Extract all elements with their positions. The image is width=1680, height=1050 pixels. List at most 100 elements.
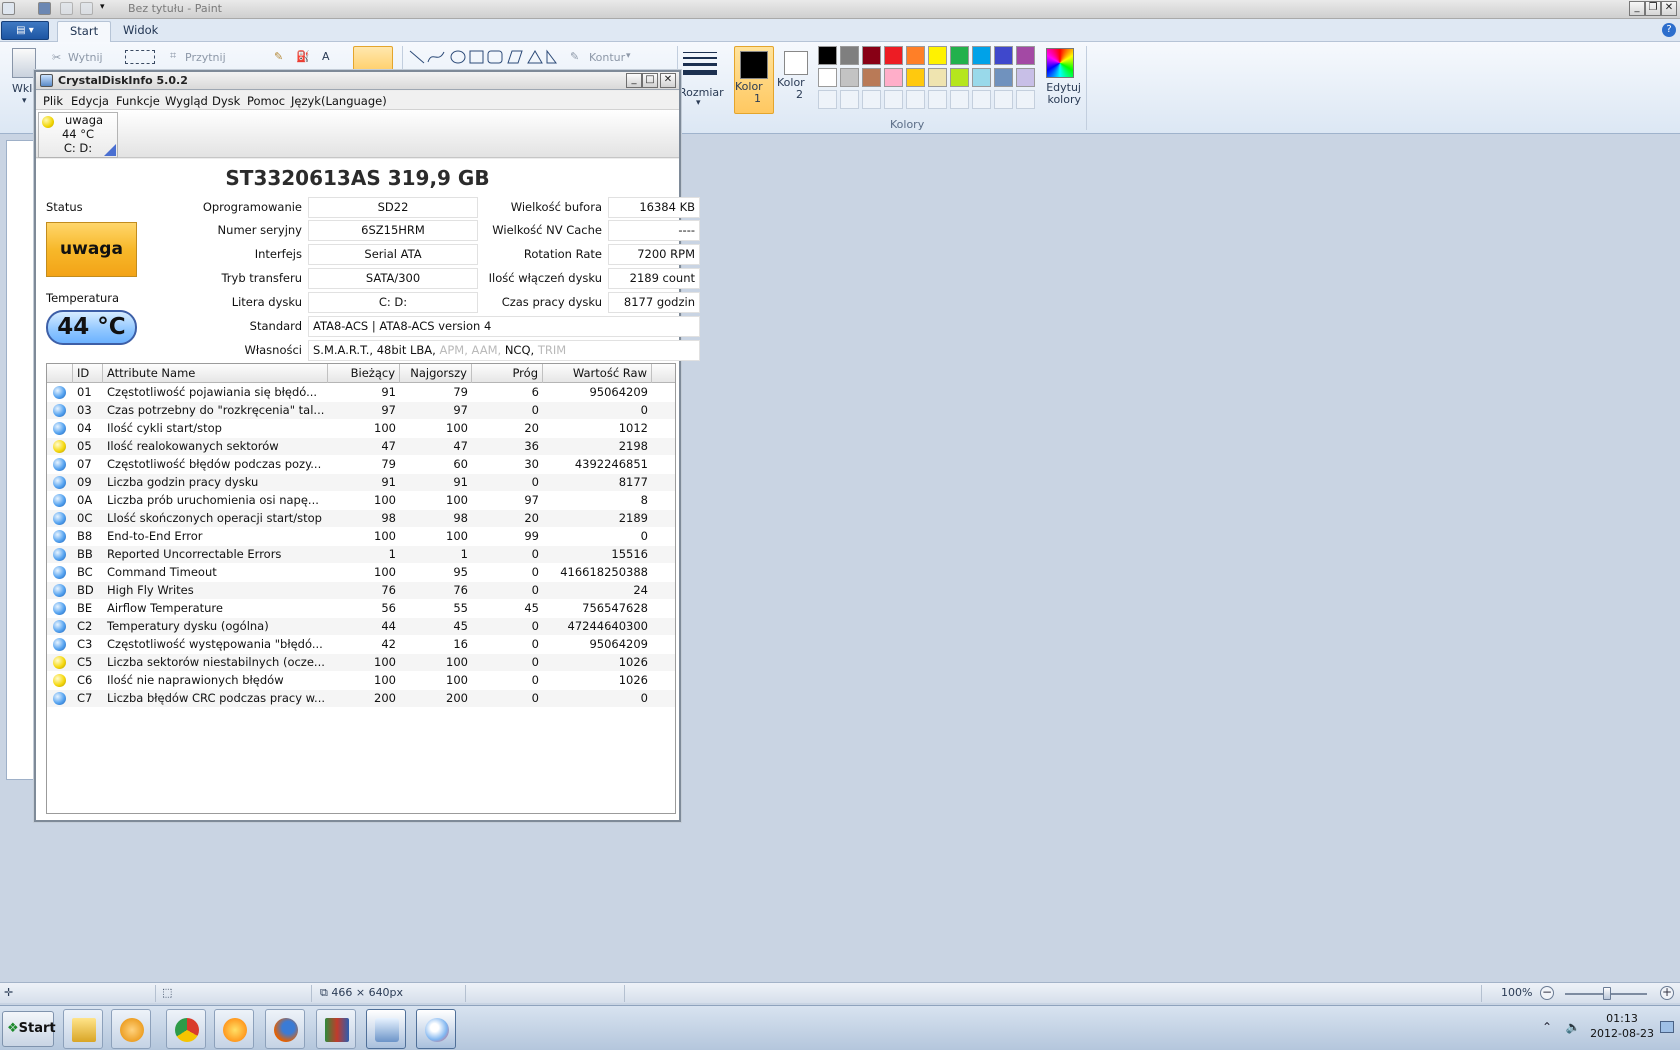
size-button[interactable]: Rozmiar	[679, 86, 724, 99]
taskbar-chrome[interactable]	[166, 1009, 206, 1049]
tab-start[interactable]: Start	[57, 21, 112, 42]
custom-color-slot[interactable]	[818, 90, 837, 109]
outline-dropdown-icon[interactable]: ▾	[626, 51, 631, 61]
zoom-in-button[interactable]: +	[1660, 986, 1674, 1000]
zoom-out-button[interactable]: −	[1540, 986, 1554, 1000]
taskbar-media-player[interactable]	[111, 1009, 151, 1049]
palette-color-swatch[interactable]	[862, 46, 881, 65]
table-row[interactable]: 0A Liczba prób uruchomienia osi napę... 10…	[47, 492, 675, 509]
custom-color-slot[interactable]	[994, 90, 1013, 109]
palette-color-swatch[interactable]	[818, 68, 837, 87]
paste-icon[interactable]	[12, 48, 36, 78]
table-row[interactable]: BE Airflow Temperature 56 55 45 756547628	[47, 600, 675, 617]
col-raw-header[interactable]: Wartość Raw	[543, 364, 652, 383]
crop-button[interactable]: Przytnij	[185, 51, 226, 64]
show-hidden-icons-icon[interactable]: ⌃	[1542, 1020, 1552, 1034]
volume-icon[interactable]: 🔈	[1566, 1020, 1581, 1034]
table-row[interactable]: BD High Fly Writes 76 76 0 24	[47, 582, 675, 599]
health-status-button[interactable]: uwaga	[46, 222, 137, 277]
table-row[interactable]: 04 Ilość cykli start/stop 100 100 20 1012	[47, 420, 675, 437]
custom-color-slot[interactable]	[1016, 90, 1035, 109]
palette-color-swatch[interactable]	[862, 68, 881, 87]
col-worst-header[interactable]: Najgorszy	[400, 364, 472, 383]
outline-button[interactable]: Kontur	[589, 51, 625, 64]
col-status-header[interactable]	[47, 364, 73, 383]
maximize-button[interactable]: ❐	[1645, 1, 1661, 16]
menu-edycja[interactable]: Edycja	[71, 94, 109, 108]
cdi-minimize-button[interactable]: _	[626, 73, 642, 88]
palette-color-swatch[interactable]	[840, 46, 859, 65]
temperature-display[interactable]: 44 °C	[46, 310, 137, 345]
menu-dysk[interactable]: Dysk	[212, 94, 240, 108]
clock[interactable]: 01:13 2012-08-23	[1590, 1011, 1654, 1041]
cdi-close-button[interactable]: ✕	[660, 73, 676, 88]
custom-color-slot[interactable]	[972, 90, 991, 109]
shapes-gallery[interactable]	[408, 48, 558, 66]
menu-pomoc[interactable]: Pomoc	[247, 94, 285, 108]
save-icon[interactable]	[38, 2, 51, 15]
table-row[interactable]: 07 Częstotliwość błędów podczas pozy... 79…	[47, 456, 675, 473]
minimize-button[interactable]: _	[1629, 1, 1645, 16]
cut-button[interactable]: Wytnij	[68, 51, 103, 64]
redo-icon[interactable]	[80, 2, 93, 15]
cdi-maximize-button[interactable]: □	[642, 73, 658, 88]
palette-color-swatch[interactable]	[928, 46, 947, 65]
custom-color-slot[interactable]	[840, 90, 859, 109]
table-row[interactable]: C3 Częstotliwość występowania "błędó... 42…	[47, 636, 675, 653]
menu-funkcje[interactable]: Funkcje	[116, 94, 160, 108]
color1-button[interactable]: Kolor 1	[734, 46, 774, 114]
taskbar-firefox[interactable]	[265, 1009, 305, 1049]
taskbar-paint[interactable]	[416, 1009, 456, 1049]
palette-color-swatch[interactable]	[818, 46, 837, 65]
undo-icon[interactable]	[60, 2, 73, 15]
col-current-header[interactable]: Bieżący	[328, 364, 400, 383]
palette-color-swatch[interactable]	[1016, 68, 1035, 87]
edit-colors-button[interactable]: Edytuj kolory	[1039, 46, 1081, 106]
start-button[interactable]: ❖Start	[2, 1011, 56, 1047]
close-button[interactable]: ✕	[1661, 1, 1677, 16]
quick-access-dropdown-icon[interactable]: ▾	[100, 2, 105, 12]
table-row[interactable]: 01 Częstotliwość pojawiania się błędó... 9…	[47, 384, 675, 401]
table-row[interactable]: C6 Ilość nie naprawionych błędów 100 100 0 10…	[47, 672, 675, 689]
taskbar-crystaldiskinfo[interactable]	[366, 1009, 406, 1049]
paint-menu-button[interactable]: ▤ ▾	[1, 21, 49, 40]
table-row[interactable]: 05 Ilość realokowanych sektorów 47 47 36 2198	[47, 438, 675, 455]
custom-color-slot[interactable]	[906, 90, 925, 109]
taskbar-explorer[interactable]	[63, 1009, 103, 1049]
brushes-icon[interactable]	[353, 46, 393, 72]
table-row[interactable]: 0C Llość skończonych operacji start/stop 9…	[47, 510, 675, 527]
cdi-titlebar[interactable]: CrystalDiskInfo 5.0.2 _ □ ✕	[36, 72, 679, 90]
palette-color-swatch[interactable]	[928, 68, 947, 87]
table-row[interactable]: C5 Liczba sektorów niestabilnych (ocze...…	[47, 654, 675, 671]
taskbar-winrar[interactable]	[316, 1009, 356, 1049]
palette-color-swatch[interactable]	[906, 68, 925, 87]
palette-color-swatch[interactable]	[950, 68, 969, 87]
pencil-icon[interactable]: ✎	[274, 50, 283, 63]
palette-color-swatch[interactable]	[884, 68, 903, 87]
table-row[interactable]: C2 Temperatury dysku (ogólna) 44 45 0 4724464…	[47, 618, 675, 635]
help-icon[interactable]: ?	[1662, 23, 1676, 37]
menu-wyglad[interactable]: Wygląd	[165, 94, 208, 108]
table-row[interactable]: BC Command Timeout 100 95 0 416618250388	[47, 564, 675, 581]
menu-plik[interactable]: Plik	[43, 94, 63, 108]
paste-dropdown-icon[interactable]: ▾	[22, 96, 27, 106]
text-tool-icon[interactable]: A	[322, 50, 330, 63]
menu-jezyk[interactable]: Język(Language)	[291, 94, 387, 108]
col-id-header[interactable]: ID	[73, 364, 103, 383]
color2-button[interactable]: Kolor 2	[776, 46, 816, 114]
col-name-header[interactable]: Attribute Name	[103, 364, 328, 383]
size-dropdown-icon[interactable]: ▾	[696, 98, 701, 108]
table-row[interactable]: B8 End-to-End Error 100 100 99 0	[47, 528, 675, 545]
size-icon[interactable]	[683, 52, 717, 79]
palette-color-swatch[interactable]	[1016, 46, 1035, 65]
palette-color-swatch[interactable]	[906, 46, 925, 65]
palette-color-swatch[interactable]	[840, 68, 859, 87]
palette-color-swatch[interactable]	[972, 46, 991, 65]
paint-app-icon[interactable]	[2, 2, 15, 15]
custom-color-slot[interactable]	[928, 90, 947, 109]
table-row[interactable]: 03 Czas potrzebny do "rozkręcenia" tal...…	[47, 402, 675, 419]
table-row[interactable]: C7 Liczba błędów CRC podczas pracy w... 20…	[47, 690, 675, 707]
select-icon[interactable]	[125, 50, 155, 64]
palette-color-swatch[interactable]	[994, 68, 1013, 87]
palette-color-swatch[interactable]	[994, 46, 1013, 65]
